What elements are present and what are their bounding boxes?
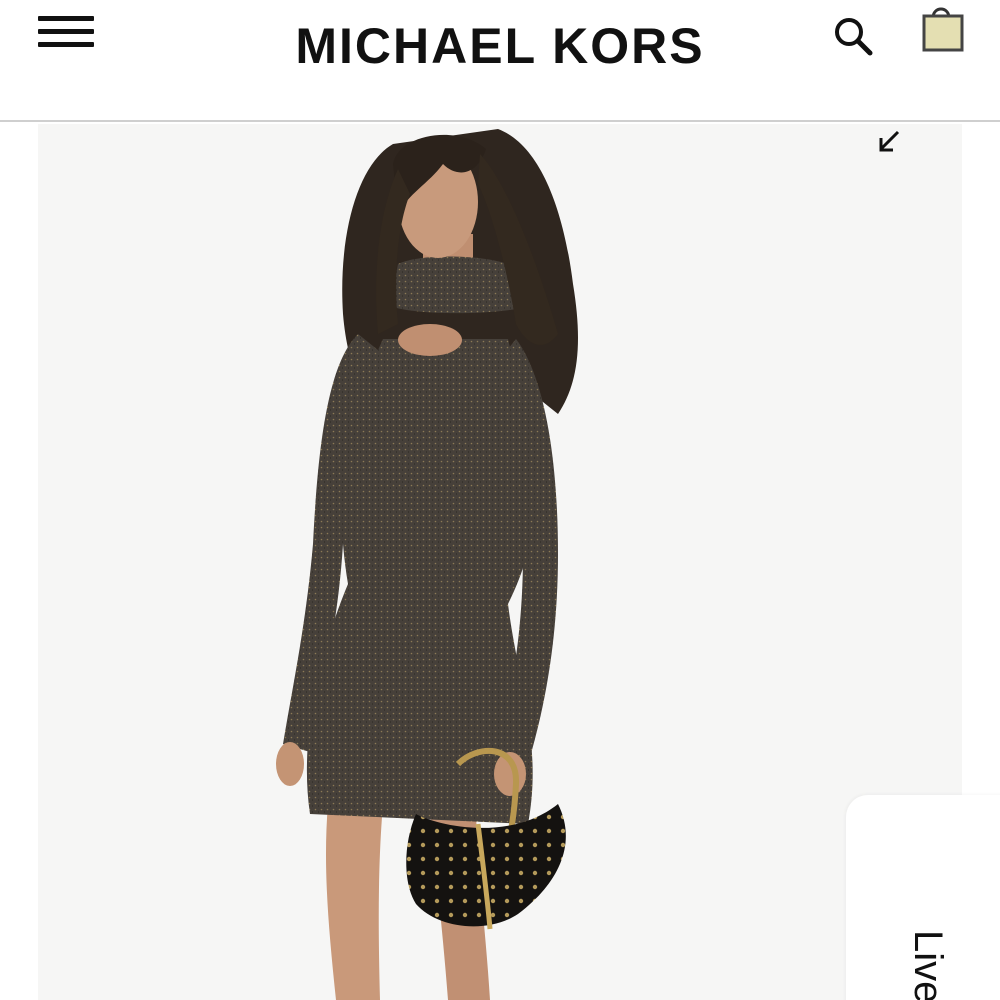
shopping-bag-button[interactable] (916, 0, 970, 58)
menu-button[interactable] (36, 16, 96, 52)
collapse-arrow-icon (879, 130, 900, 152)
zoom-toggle-button[interactable] (870, 126, 910, 160)
search-icon (835, 18, 873, 56)
page: MICHAEL KORS Live (0, 0, 1000, 1000)
brand-logo[interactable]: MICHAEL KORS (240, 14, 760, 78)
live-chat-label[interactable]: Live (905, 930, 950, 1000)
site-header: MICHAEL KORS (0, 0, 1000, 122)
product-photo (276, 129, 578, 1000)
shopping-bag-icon (922, 7, 964, 52)
product-image[interactable] (38, 124, 962, 1000)
search-button[interactable] (828, 12, 878, 62)
